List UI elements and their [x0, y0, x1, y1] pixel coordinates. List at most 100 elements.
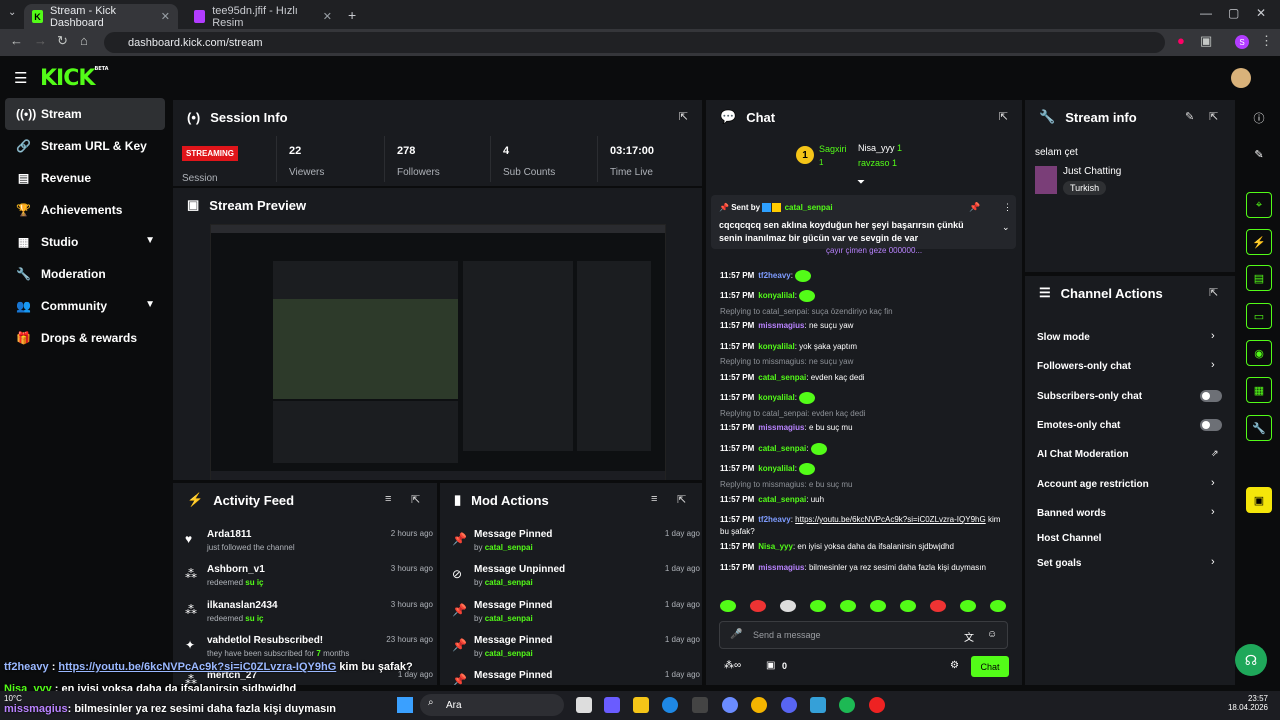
copilot-icon[interactable]: [604, 697, 620, 713]
emoji-icon[interactable]: ☺: [987, 629, 997, 640]
broadcast-icon[interactable]: ◉: [1246, 340, 1272, 366]
emote-icon[interactable]: [930, 600, 946, 612]
forward-icon[interactable]: →: [34, 33, 47, 48]
sidebar-item-revenue[interactable]: ▤ Revenue: [5, 162, 165, 194]
emote-icon[interactable]: [990, 600, 1006, 612]
close-icon[interactable]: ✕: [323, 10, 332, 23]
sidebar-item-achievements[interactable]: 🏆 Achievements: [5, 194, 165, 226]
chevron-right-icon[interactable]: ›: [1211, 359, 1215, 371]
windows-start-icon[interactable]: [397, 697, 413, 713]
weather-widget[interactable]: 10°C: [4, 694, 22, 703]
message-user[interactable]: Nisa_yyy: [758, 542, 793, 551]
external-link-icon[interactable]: ⇗: [1211, 448, 1219, 459]
discord-icon[interactable]: [781, 697, 797, 713]
chevron-right-icon[interactable]: ›: [1211, 477, 1215, 489]
emote-icon[interactable]: [810, 600, 826, 612]
edit-icon[interactable]: ✎: [1185, 110, 1194, 123]
subscribers-only-toggle[interactable]: [1200, 390, 1222, 402]
clip-icon[interactable]: ⌖: [1246, 192, 1272, 218]
popout-icon[interactable]: ⇱: [999, 110, 1008, 123]
info-icon[interactable]: ⓘ: [1246, 105, 1272, 131]
message-user[interactable]: catal_senpai: [758, 495, 806, 504]
popout-icon[interactable]: ⇱: [1209, 110, 1218, 123]
poll-icon[interactable]: ▤: [1246, 265, 1272, 291]
emote-icon[interactable]: [780, 600, 796, 612]
more-menu-icon[interactable]: ⋮: [1260, 33, 1273, 49]
chevron-down-icon[interactable]: ⌄: [1002, 222, 1010, 233]
taskbar-search[interactable]: Ara: [420, 694, 564, 716]
clapper-icon[interactable]: ▣: [1246, 487, 1272, 513]
send-chat-button[interactable]: Chat: [971, 656, 1009, 677]
translate-icon[interactable]: 文: [964, 629, 974, 644]
message-user[interactable]: missmagius: [758, 563, 804, 572]
minimize-icon[interactable]: —: [1200, 6, 1212, 20]
emote-icon[interactable]: [750, 600, 766, 612]
message-user[interactable]: konyalilal: [758, 342, 794, 351]
stream-preview-video[interactable]: [210, 224, 666, 480]
collapse-icon[interactable]: ⏷: [857, 177, 865, 188]
obs-icon[interactable]: [869, 697, 885, 713]
chat-bubble-icon[interactable]: ▭: [1246, 303, 1272, 329]
sidebar-item-stream-url-key[interactable]: 🔗 Stream URL & Key: [5, 130, 165, 162]
ai-chat-moderation-label[interactable]: AI Chat Moderation: [1037, 449, 1129, 460]
tab-image-viewer[interactable]: tee95dn.jfif - Hızlı Resim ✕: [186, 4, 340, 29]
sidebar-item-moderation[interactable]: 🔧 Moderation: [5, 258, 165, 290]
emote-icon[interactable]: [960, 600, 976, 612]
extensions-puzzle-icon[interactable]: ▣: [1200, 33, 1212, 49]
profile-avatar-icon[interactable]: S: [1235, 35, 1249, 49]
lightning-icon[interactable]: ⚡: [1246, 229, 1272, 255]
popout-icon[interactable]: ⇱: [1209, 286, 1218, 299]
points-icon[interactable]: ⁂∞: [724, 660, 741, 671]
gifter-1[interactable]: Sagxiri: [819, 144, 847, 154]
popout-icon[interactable]: ⇱: [411, 493, 420, 506]
emote-icon[interactable]: [720, 600, 736, 612]
sidebar-item-community[interactable]: 👥 Community ▼: [5, 290, 165, 322]
system-clock[interactable]: 23:57 18.04.2026: [1210, 694, 1268, 712]
back-icon[interactable]: ←: [10, 33, 23, 48]
chevron-right-icon[interactable]: ›: [1211, 330, 1215, 342]
message-user[interactable]: missmagius: [758, 423, 804, 432]
followers-only-label[interactable]: Followers-only chat: [1037, 361, 1131, 372]
gifter-2[interactable]: Nisa_yyy 1: [858, 143, 902, 153]
popout-icon[interactable]: ⇱: [679, 110, 688, 123]
sidebar-item-studio[interactable]: ▦ Studio ▼: [5, 226, 165, 258]
home-icon[interactable]: ⌂: [80, 33, 88, 48]
message-user[interactable]: konyalilal: [758, 393, 794, 402]
account-age-label[interactable]: Account age restriction: [1037, 479, 1149, 490]
popout-icon[interactable]: ⇱: [677, 493, 686, 506]
filter-icon[interactable]: ≡: [385, 493, 391, 505]
spotify-icon[interactable]: [839, 697, 855, 713]
tab-search-icon[interactable]: ⌄: [8, 7, 16, 18]
message-user[interactable]: catal_senpai: [758, 444, 806, 453]
message-user[interactable]: tf2heavy: [758, 515, 790, 524]
window-close-icon[interactable]: ✕: [1256, 6, 1266, 20]
more-menu-icon[interactable]: ⋮: [1003, 202, 1012, 213]
close-icon[interactable]: ✕: [161, 10, 170, 23]
store-icon[interactable]: [692, 697, 708, 713]
settings-icon[interactable]: ⚙: [950, 660, 959, 671]
chrome-icon[interactable]: [751, 697, 767, 713]
gifter-3[interactable]: ravzaso 1: [858, 158, 897, 168]
layout-icon[interactable]: ▦: [1246, 377, 1272, 403]
chat-input[interactable]: 🎤 Send a message 文 ☺: [719, 621, 1008, 649]
maximize-icon[interactable]: ▢: [1228, 6, 1239, 20]
user-avatar[interactable]: [1231, 68, 1251, 88]
message-user[interactable]: missmagius: [758, 321, 804, 330]
message-user[interactable]: konyalilal: [758, 291, 794, 300]
edit-icon[interactable]: ✎: [1246, 141, 1272, 167]
slow-mode-label[interactable]: Slow mode: [1037, 332, 1090, 343]
kick-logo[interactable]: KICKBETA: [40, 66, 109, 91]
set-goals-label[interactable]: Set goals: [1037, 558, 1081, 569]
tab-kick-dashboard[interactable]: K Stream - Kick Dashboard ✕: [24, 4, 178, 29]
emote-icon[interactable]: [840, 600, 856, 612]
tag-chip[interactable]: Turkish: [1063, 181, 1107, 195]
new-tab-icon[interactable]: +: [348, 7, 356, 23]
app2-icon[interactable]: [810, 697, 826, 713]
pin-icon[interactable]: 📌: [969, 202, 980, 213]
sidebar-item-stream[interactable]: ((•)) Stream: [5, 98, 165, 130]
microphone-icon[interactable]: 🎤: [730, 629, 742, 640]
emotes-only-toggle[interactable]: [1200, 419, 1222, 431]
emote-icon[interactable]: [870, 600, 886, 612]
chevron-right-icon[interactable]: ›: [1211, 506, 1215, 518]
extension-icon[interactable]: ●: [1177, 33, 1185, 48]
